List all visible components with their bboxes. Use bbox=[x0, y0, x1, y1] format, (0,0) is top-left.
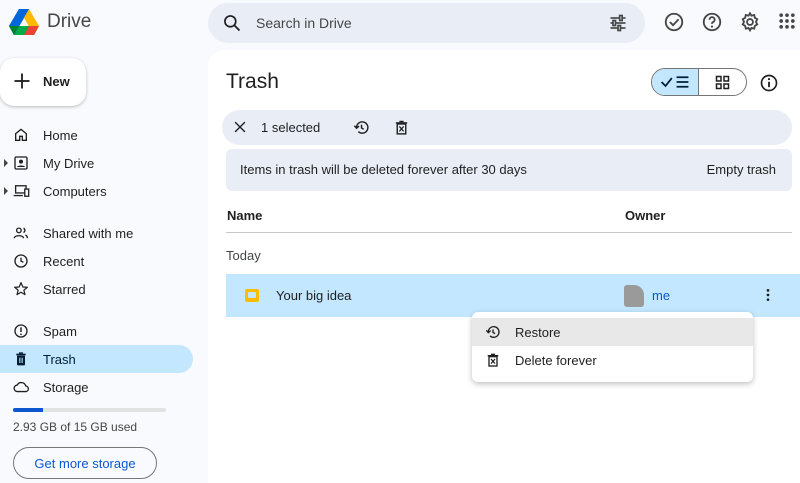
trash-banner-message: Items in trash will be deleted forever a… bbox=[240, 162, 527, 177]
sidebar-item-trash[interactable]: Trash bbox=[0, 345, 193, 373]
menu-item-label: Delete forever bbox=[515, 353, 597, 368]
sidebar-item-label: Trash bbox=[43, 352, 76, 367]
column-header-name[interactable]: Name bbox=[227, 208, 262, 223]
info-icon[interactable] bbox=[759, 73, 779, 93]
help-icon[interactable] bbox=[701, 11, 723, 33]
expand-caret-icon[interactable] bbox=[4, 159, 8, 167]
drive-logo-icon bbox=[9, 9, 39, 35]
search-input[interactable] bbox=[256, 12, 586, 34]
file-owner: me bbox=[652, 288, 671, 303]
sidebar-item-computers[interactable]: Computers bbox=[0, 177, 193, 205]
list-view-check-icon bbox=[660, 76, 689, 88]
selection-toolbar: 1 selected bbox=[222, 110, 792, 145]
column-header-owner: Owner bbox=[625, 208, 666, 223]
sidebar-item-home[interactable]: Home bbox=[0, 121, 193, 149]
page-title: Trash bbox=[226, 70, 279, 93]
sidebar-item-starred[interactable]: Starred bbox=[0, 275, 193, 303]
new-button-label: New bbox=[43, 74, 70, 89]
search-options-icon[interactable] bbox=[608, 13, 628, 33]
header-divider bbox=[226, 232, 792, 233]
clock-icon bbox=[14, 254, 28, 268]
menu-item-delete-forever[interactable]: Delete forever bbox=[472, 346, 753, 374]
list-view-button[interactable] bbox=[652, 69, 700, 95]
new-button[interactable]: New bbox=[0, 58, 86, 106]
empty-trash-button[interactable]: Empty trash bbox=[707, 162, 776, 177]
spam-icon bbox=[14, 324, 28, 338]
get-more-storage-button[interactable]: Get more storage bbox=[13, 447, 157, 479]
sidebar-item-label: My Drive bbox=[43, 156, 95, 171]
selection-count: 1 selected bbox=[261, 120, 321, 135]
sidebar-item-label: Spam bbox=[43, 324, 77, 339]
trash-icon bbox=[16, 352, 26, 366]
sidebar-item-label: Home bbox=[43, 128, 78, 143]
restore-icon bbox=[485, 326, 500, 338]
star-icon bbox=[14, 282, 28, 296]
my-drive-icon bbox=[14, 156, 28, 170]
search-bar[interactable] bbox=[208, 3, 645, 43]
avatar bbox=[624, 285, 644, 307]
sidebar-item-label: Storage bbox=[43, 380, 89, 395]
restore-icon[interactable] bbox=[353, 119, 370, 136]
app-title: Drive bbox=[47, 11, 92, 32]
sidebar-item-label: Shared with me bbox=[43, 226, 134, 241]
sidebar-item-label: Computers bbox=[43, 184, 107, 199]
cloud-icon bbox=[13, 381, 29, 393]
main-content: Trash 1 selected Items in trash will be … bbox=[208, 50, 800, 483]
computers-icon bbox=[13, 185, 30, 197]
offline-ready-icon[interactable] bbox=[663, 11, 685, 33]
sidebar-item-recent[interactable]: Recent bbox=[0, 247, 193, 275]
grid-view-icon bbox=[715, 75, 730, 89]
drive-logo[interactable]: Drive bbox=[8, 8, 91, 36]
delete-forever-icon[interactable] bbox=[393, 119, 410, 136]
storage-usage-text: 2.93 GB of 15 GB used bbox=[13, 420, 138, 434]
sidebar-item-label: Starred bbox=[43, 282, 86, 297]
file-name: Your big idea bbox=[276, 288, 352, 303]
settings-gear-icon[interactable] bbox=[739, 11, 761, 33]
expand-caret-icon[interactable] bbox=[4, 187, 8, 195]
sidebar-item-spam[interactable]: Spam bbox=[0, 317, 193, 345]
apps-grid-icon[interactable] bbox=[777, 11, 797, 31]
storage-usage-bar bbox=[13, 408, 166, 412]
people-icon bbox=[13, 227, 29, 239]
sidebar-item-label: Recent bbox=[43, 254, 85, 269]
sidebar-item-my-drive[interactable]: My Drive bbox=[0, 149, 193, 177]
trash-info-banner: Items in trash will be deleted forever a… bbox=[226, 149, 792, 191]
table-row[interactable]: Your big idea me bbox=[226, 274, 800, 317]
sidebar-item-shared-with-me[interactable]: Shared with me bbox=[0, 219, 193, 247]
plus-icon bbox=[14, 73, 30, 89]
grid-view-button[interactable] bbox=[699, 69, 746, 95]
home-icon bbox=[15, 128, 27, 141]
menu-item-restore[interactable]: Restore bbox=[472, 318, 753, 346]
storage-usage-fill bbox=[13, 408, 43, 412]
section-label-today: Today bbox=[226, 248, 261, 263]
search-icon[interactable] bbox=[222, 13, 242, 33]
view-toggle bbox=[651, 68, 747, 96]
clear-selection-close-icon[interactable] bbox=[233, 120, 247, 134]
slides-icon bbox=[245, 289, 259, 302]
delete-forever-icon bbox=[487, 353, 499, 367]
menu-item-label: Restore bbox=[515, 325, 561, 340]
more-actions-icon[interactable] bbox=[760, 287, 776, 303]
context-menu: Restore Delete forever bbox=[472, 312, 753, 382]
sidebar-item-storage[interactable]: Storage bbox=[0, 373, 193, 401]
